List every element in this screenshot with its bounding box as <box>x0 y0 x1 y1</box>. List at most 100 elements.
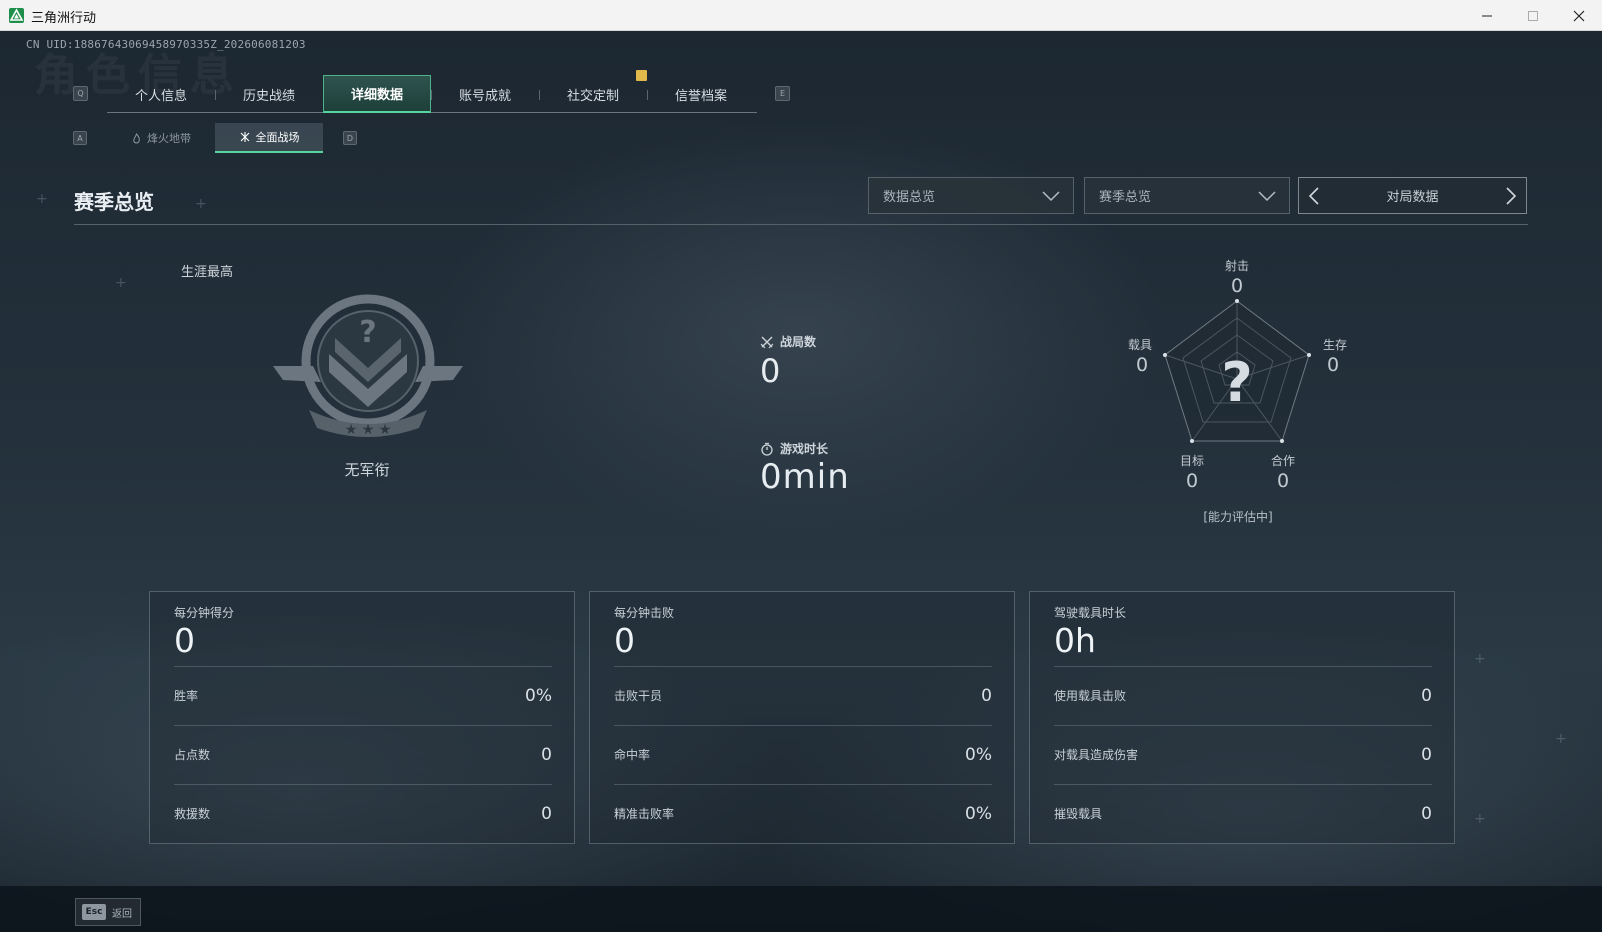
matches-value: 0 <box>760 352 781 390</box>
tab-prev-key[interactable]: Q <box>73 86 88 101</box>
tab-personal-info[interactable]: 个人信息 <box>107 75 215 113</box>
row-label: 救援数 <box>174 807 211 821</box>
subtab-prev-key[interactable]: A <box>73 131 87 145</box>
stats-pager: 对局数据 <box>1298 177 1527 214</box>
stopwatch-icon <box>761 442 773 456</box>
career-high-label: 生涯最高 <box>181 265 234 280</box>
row-value: 0 <box>541 744 552 765</box>
bottom-bar: Esc 返回 <box>0 886 1602 932</box>
card-title: 每分钟击败 <box>614 606 675 620</box>
tab-credit-record[interactable]: 信誉档案 <box>647 75 755 113</box>
data-type-dropdown[interactable]: 数据总览 <box>868 177 1074 214</box>
radar-shooting-value: 0 <box>1230 275 1244 297</box>
tab-detailed-data[interactable]: 详细数据 <box>323 75 431 113</box>
row-value: 0% <box>525 685 552 706</box>
dropdown-value: 赛季总览 <box>1099 190 1152 205</box>
minimize-icon <box>1482 15 1492 16</box>
row-label: 占点数 <box>174 748 211 762</box>
ability-radar-chart: ? <box>1163 299 1311 443</box>
decor-plus-icon: + <box>36 191 48 207</box>
main-tabs: 个人信息 历史战绩 详细数据 账号成就 社交定制 信誉档案 <box>107 75 757 113</box>
card-row: 击败干员 0 <box>614 666 992 724</box>
radar-teamwork-value: 0 <box>1276 470 1290 492</box>
row-value: 0 <box>541 803 552 824</box>
radar-objective-value: 0 <box>1185 470 1199 492</box>
playtime-value: 0min <box>760 457 850 497</box>
row-label: 摧毁载具 <box>1054 807 1103 821</box>
playtime-label: 游戏时长 <box>760 440 828 457</box>
decor-plus-icon: + <box>195 196 207 212</box>
maximize-button[interactable] <box>1510 0 1556 31</box>
close-icon <box>1573 10 1585 21</box>
pager-label: 对局数据 <box>1386 190 1439 205</box>
svg-text:?: ? <box>359 315 376 350</box>
crossed-arrows-icon <box>240 132 249 142</box>
maximize-icon <box>1528 10 1538 21</box>
tab-next-key[interactable]: E <box>775 86 790 101</box>
esc-key: Esc <box>82 904 106 920</box>
chevron-left-icon[interactable] <box>1307 186 1321 206</box>
back-button[interactable]: Esc 返回 <box>75 898 141 926</box>
dropdown-value: 数据总览 <box>883 190 936 205</box>
card-row: 精准击败率 0% <box>614 784 992 842</box>
app-logo-icon <box>9 8 24 23</box>
row-value: 0% <box>965 744 992 765</box>
mode-subtabs: 烽火地带 全面战场 <box>107 123 323 153</box>
row-label: 命中率 <box>614 748 651 762</box>
card-value: 0 <box>614 621 635 660</box>
row-value: 0 <box>1421 685 1432 706</box>
decor-plus-icon: + <box>1474 651 1486 667</box>
decor-plus-icon: + <box>1555 731 1567 747</box>
game-viewport: 角色信息 CN UID:18867643069458970335Z_202606… <box>0 31 1602 932</box>
row-value: 0 <box>1421 744 1432 765</box>
back-label: 返回 <box>112 908 132 920</box>
row-label: 使用载具击败 <box>1054 689 1127 703</box>
section-divider <box>74 224 1528 225</box>
notification-badge <box>636 70 647 81</box>
season-dropdown[interactable]: 赛季总览 <box>1084 177 1290 214</box>
card-value: 0h <box>1054 621 1096 660</box>
combat-stats-card: 每分钟击败 0 击败干员 0 命中率 0% 精准击败率 0% <box>589 591 1015 844</box>
tab-match-history[interactable]: 历史战绩 <box>215 75 323 113</box>
card-row: 使用载具击败 0 <box>1054 666 1432 724</box>
decor-plus-icon: + <box>115 275 127 291</box>
decor-plus-icon: + <box>1474 811 1486 827</box>
row-value: 0% <box>965 803 992 824</box>
subtab-warfare[interactable]: 全面战场 <box>215 123 323 153</box>
unknown-rating-icon: ? <box>1221 351 1252 414</box>
card-row: 占点数 0 <box>174 725 552 783</box>
card-row: 对载具造成伤害 0 <box>1054 725 1432 783</box>
card-title: 驾驶载具时长 <box>1054 606 1127 620</box>
radar-teamwork-label: 合作 <box>1270 454 1295 468</box>
minimize-button[interactable] <box>1464 0 1510 31</box>
card-row: 胜率 0% <box>174 666 552 724</box>
vehicle-stats-card: 驾驶载具时长 0h 使用载具击败 0 对载具造成伤害 0 摧毁载具 0 <box>1029 591 1455 844</box>
row-value: 0 <box>981 685 992 706</box>
matches-label-text: 战局数 <box>780 335 817 349</box>
chevron-down-icon <box>1042 191 1060 202</box>
matches-label: 战局数 <box>760 333 816 350</box>
section-title: 赛季总览 <box>74 190 154 214</box>
window-title: 三角洲行动 <box>31 11 97 26</box>
player-uid: CN UID:18867643069458970335Z_20260608120… <box>26 38 306 51</box>
chevron-right-icon[interactable] <box>1504 186 1518 206</box>
row-label: 对载具造成伤害 <box>1054 748 1139 762</box>
subtab-operations[interactable]: 烽火地带 <box>107 123 215 153</box>
row-label: 精准击败率 <box>614 807 675 821</box>
subtab-next-key[interactable]: D <box>343 131 357 145</box>
card-row: 摧毁载具 0 <box>1054 784 1432 842</box>
subtab-label: 烽火地带 <box>147 132 191 145</box>
card-row: 救援数 0 <box>174 784 552 842</box>
tab-social-custom[interactable]: 社交定制 <box>539 75 647 113</box>
row-label: 击败干员 <box>614 689 663 703</box>
card-value: 0 <box>174 621 195 660</box>
rank-name: 无军衔 <box>344 461 390 479</box>
card-row: 命中率 0% <box>614 725 992 783</box>
close-button[interactable] <box>1556 0 1602 31</box>
chevron-down-icon <box>1258 191 1276 202</box>
rank-emblem-icon: ? ★ ★ ★ <box>273 294 463 438</box>
tab-achievements[interactable]: 账号成就 <box>431 75 539 113</box>
row-value: 0 <box>1421 803 1432 824</box>
radar-shooting-label: 射击 <box>1224 259 1249 273</box>
card-title: 每分钟得分 <box>174 606 235 620</box>
